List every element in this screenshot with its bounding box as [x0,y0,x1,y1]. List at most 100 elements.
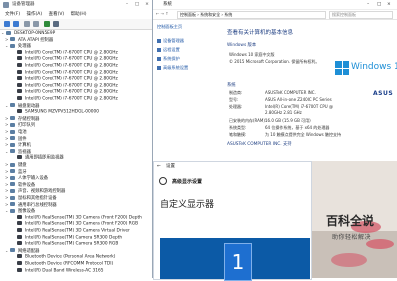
link-advanced-system-settings[interactable]: 高级系统设置 [157,65,188,71]
tree-label: Intel(R) Core(TM) i7-6700T CPU @ 2.80GHz [25,83,118,89]
tree-device[interactable]: SAMSUNG MZVPV512HDGL-00000 [12,109,99,116]
tree-device[interactable]: Intel(R) Dual Band Wireless-AC 3165 [12,267,103,275]
device-category-icon [10,116,15,121]
device-manager-app-icon [3,2,9,8]
tree-category[interactable]: ⌄ 图像设备 [5,208,35,215]
tree-device[interactable]: Intel(R) Core(TM) i7-6700T CPU @ 2.80GHz [12,96,118,103]
tree-category[interactable]: > 固件 [5,136,27,143]
tree-device[interactable]: Bluetooth Device (Personal Area Network) [12,254,115,261]
tree-device[interactable]: Intel(R) RealSense(TM) Camera SR300 Dept… [12,234,122,242]
tree-device[interactable]: Intel(R) Core(TM) i7-6700T CPU @ 2.80GHz [12,49,118,57]
tree-label: SAMSUNG MZVPV512HDGL-00000 [25,109,99,115]
device-manager-toolbar [0,19,152,30]
system-main-pane: 查看有关计算机的基本信息 Windows 版本 Windows 10 家庭中文版… [223,20,397,150]
maximize-icon[interactable]: □ [377,0,381,9]
tree-category[interactable]: > 存储控制器 [5,116,39,123]
watermark-title: 百科全说 [326,214,375,228]
tree-device[interactable]: Intel(R) Core(TM) i7-6700T CPU @ 2.80GHz [12,63,118,70]
tree-category[interactable]: ⌄ 处理器 [5,43,31,50]
minimize-icon[interactable]: – [367,0,369,9]
tree-category[interactable]: > ATA ATAPI 控制器 [5,37,53,44]
close-icon[interactable]: × [387,0,391,9]
settings-titlebar: ← 设置 [154,162,311,171]
tree-label: 网络适配器 [18,248,40,254]
tree-label: 通用串行总线控制器 [18,202,57,208]
tree-category[interactable]: > 键盘 [5,162,27,169]
tree-label: Intel(R) RealSense(TM) Camera SR300 RGB [25,241,119,247]
tree-category[interactable]: > 鼠标和其他指针设备 [5,195,57,202]
tree-category[interactable]: > 软件设备 [5,182,35,189]
shield-icon [157,39,161,43]
tree-label: Intel(R) RealSense(TM) 3D Camera (Front … [25,215,142,221]
settings-title: 设置 [166,164,175,169]
back-arrow-icon[interactable] [4,21,10,27]
monitor-icon[interactable] [53,21,59,27]
device-icon [17,49,22,54]
tree-device[interactable]: Intel(R) RealSense(TM) Camera SR300 RGB [12,241,118,248]
navigation-arrows-icon[interactable]: ← → ↑ [156,9,169,19]
device-category-icon [10,122,15,127]
tree-category[interactable]: > 计算机 [5,142,31,149]
minimize-icon[interactable]: – [122,0,132,10]
tree-category[interactable]: > 通用串行总线控制器 [5,202,57,209]
tree-category[interactable]: ⌄ 网络适配器 [5,248,39,255]
device-icon [17,76,22,81]
link-device-manager[interactable]: 设备管理器 [157,38,184,44]
tree-label: 磁盘驱动器 [18,103,40,109]
tree-device[interactable]: Intel(R) Core(TM) i7-6700T CPU @ 2.80GHz [12,56,118,63]
back-arrow-icon[interactable]: ← [157,162,161,171]
maximize-icon[interactable]: □ [132,0,142,10]
tree-category[interactable]: ⌄ 监视器 [5,149,31,156]
tree-label: 存储控制器 [18,116,40,122]
system-left-pane: 控制面板主页 设备管理器 远程设置 系统保护 高级系统设置 [153,20,223,150]
tree-category[interactable]: ⌄ 磁盘驱动器 [5,103,39,110]
tree-label: Intel(R) RealSense(TM) 3D Camera Virtual… [25,228,130,234]
tree-device[interactable]: Intel(R) RealSense(TM) 3D Camera Virtual… [12,228,130,235]
device-icon [17,261,22,265]
menu-action[interactable]: 操作(A) [27,12,43,17]
close-icon[interactable]: × [142,0,152,10]
tree-category[interactable]: > 人体学输入设备 [5,175,48,182]
tree-device[interactable]: Intel(R) RealSense(TM) 3D Camera (Front … [12,214,142,222]
forward-arrow-icon[interactable] [13,21,19,27]
tree-device[interactable]: Intel(R) Core(TM) i7-6700T CPU @ 2.80GHz [12,82,118,90]
link-remote-settings[interactable]: 远程设置 [157,47,180,53]
tree-label: 图像设备 [18,209,36,215]
tree-category[interactable]: ⌄ DESKTOP-0NN5E9P [1,30,55,37]
field-model: 型号: ASUS All-in-one Z240IC PC Series [229,97,332,102]
device-tree: ⌄ DESKTOP-0NN5E9P > ATA ATAPI 控制器 ⌄ 处理器 Intel(… [0,30,150,278]
device-category-icon [10,103,15,108]
tree-category[interactable]: > 打印队列 [5,122,35,129]
tree-category[interactable]: > 蓝牙 [5,169,27,176]
tree-label: 声音、视频和游戏控制器 [18,189,66,195]
link-control-panel-home[interactable]: 控制面板主页 [157,24,182,30]
tree-category[interactable]: > 电池 [5,129,27,136]
menu-view[interactable]: 查看(V) [49,12,65,17]
field-ram: 已安装的内存(RAM): 16.0 GB (15.9 GB 可用) [229,118,311,123]
windows-logo-text: Windows 10 [351,62,397,72]
link-system-protection[interactable]: 系统保护 [157,56,180,62]
search-input[interactable]: 搜索控制面板 [329,11,393,19]
menu-file[interactable]: 文件(F) [5,12,20,17]
tree-label: 固件 [18,136,27,142]
device-category-icon [10,37,15,42]
properties-icon[interactable] [24,21,30,27]
menu-help[interactable]: 帮助(H) [71,12,87,17]
tree-device[interactable]: 通用即插即用监视器 [12,155,64,162]
device-icon [17,89,22,94]
tree-device[interactable]: Bluetooth Device (RFCOMM Protocol TDI) [12,261,113,268]
tree-label: DESKTOP-0NN5E9P [14,31,56,36]
tree-device[interactable]: Intel(R) Core(TM) i7-6700T CPU @ 2.80GHz [12,76,118,83]
tree-label: Intel(R) Core(TM) i7-6700T CPU @ 2.80GHz [25,76,118,82]
tree-device[interactable]: Intel(R) RealSense(TM) 3D Camera (Front … [12,221,138,228]
display-1-tile[interactable]: 1 [224,243,252,281]
breadcrumb[interactable]: 控制面板 › 系统和安全 › 系统 [177,11,326,19]
tree-label: ATA ATAPI 控制器 [18,37,54,43]
tree-label: 软件设备 [18,182,36,188]
help-icon[interactable] [33,21,39,27]
scan-hardware-icon[interactable] [44,21,50,27]
shield-icon [157,48,161,52]
tree-device[interactable]: Intel(R) Core(TM) i7-6700T CPU @ 2.80GHz [12,69,118,77]
tree-device[interactable]: Intel(R) Core(TM) i7-6700T CPU @ 2.80GHz [12,89,118,96]
tree-category[interactable]: > 声音、视频和游戏控制器 [5,188,65,195]
